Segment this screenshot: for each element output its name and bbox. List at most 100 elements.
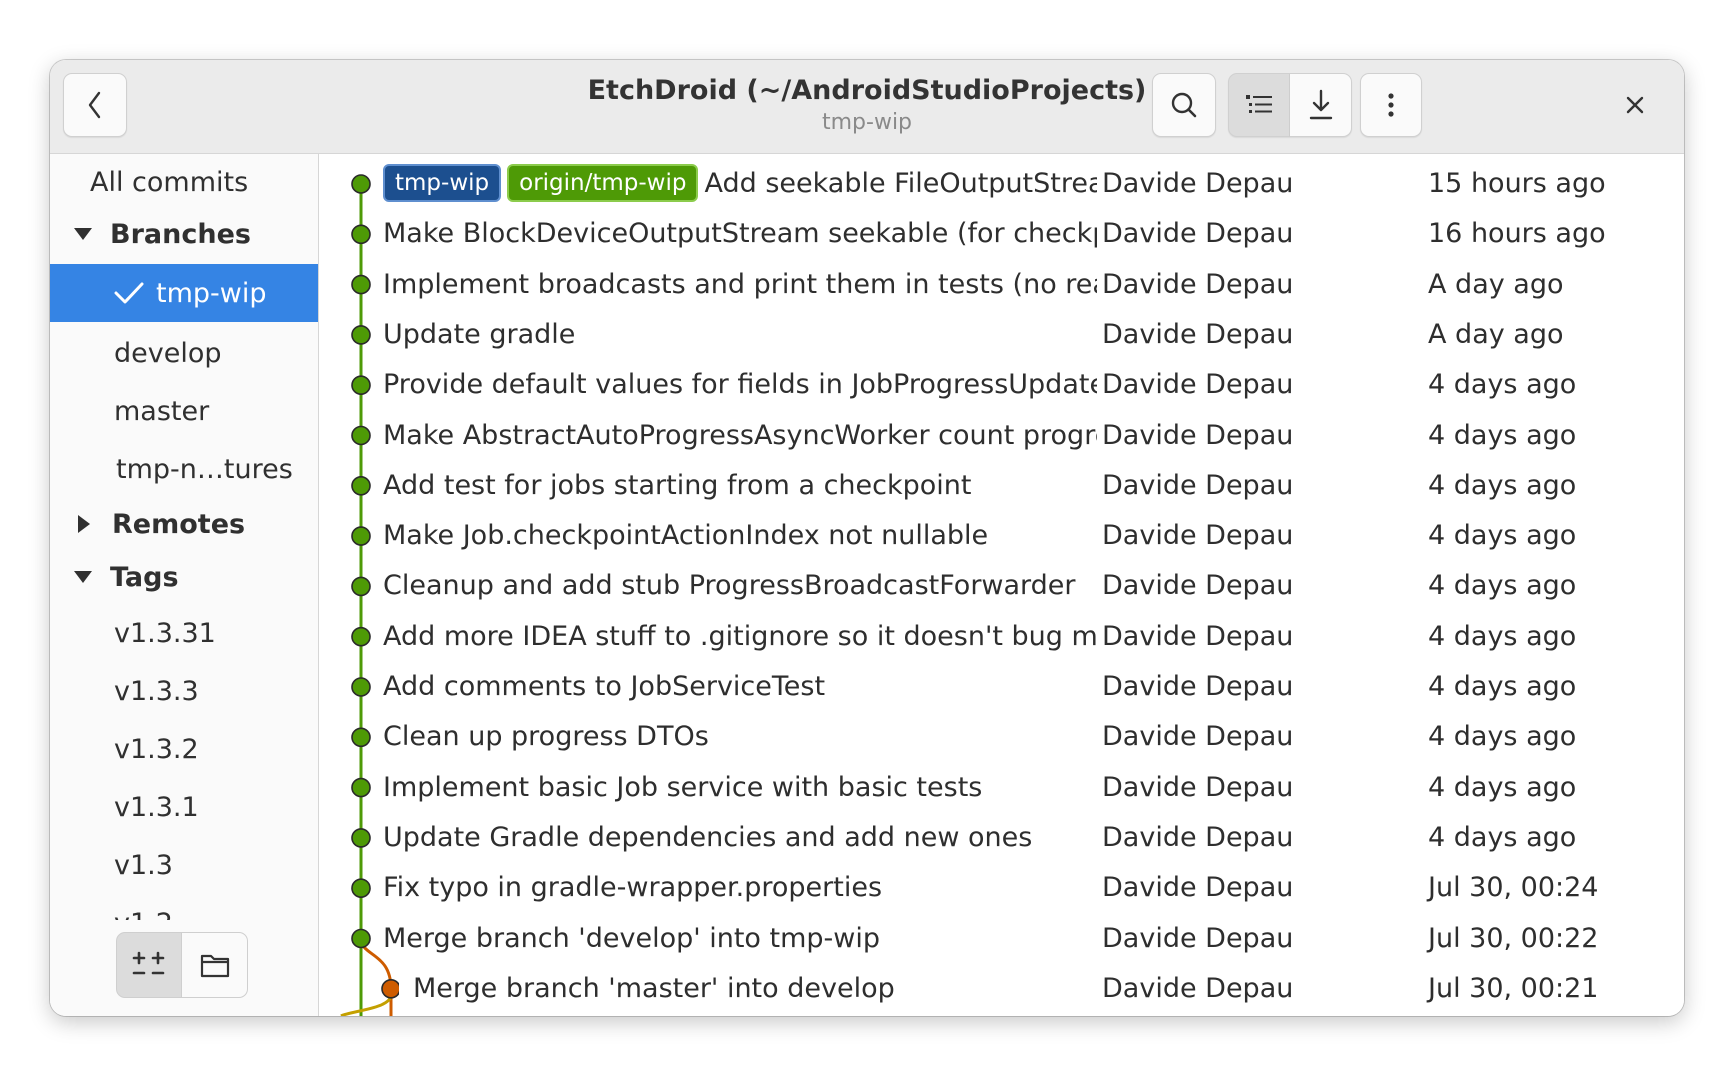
commit-row[interactable]: Add comments to JobServiceTest Davide Dep… xyxy=(319,662,1684,712)
commit-author: Davide Depau xyxy=(1102,922,1294,954)
commit-message-cell: Cleanup and add stub ProgressBroadcastFo… xyxy=(383,561,1097,611)
sidebar-item-branch-master[interactable]: master xyxy=(50,382,318,440)
commit-author: Davide Depau xyxy=(1102,821,1294,853)
commit-message: Add test for jobs starting from a checkp… xyxy=(383,469,972,501)
list-view-button[interactable] xyxy=(1228,73,1290,137)
sidebar-item-tag[interactable]: v1.3.3 xyxy=(50,662,318,720)
commit-message: Provide default values for fields in Job… xyxy=(383,369,1097,401)
sidebar-item-label: tmp-n…tures xyxy=(116,453,293,485)
commit-message-cell: Fix typo in gradle-wrapper.properties xyxy=(383,863,1097,913)
search-button[interactable] xyxy=(1152,73,1216,137)
commit-row[interactable]: Make AbstractAutoProgressAsyncWorker cou… xyxy=(319,411,1684,461)
checkmark-icon xyxy=(114,282,144,304)
sidebar-footer xyxy=(50,920,318,1016)
sidebar-section-label: Remotes xyxy=(112,508,246,540)
commit-row[interactable]: Update Gradle dependencies and add new o… xyxy=(319,813,1684,863)
commit-date: A day ago xyxy=(1428,318,1564,350)
commit-message-cell: Make BlockDeviceOutputStream seekable (f… xyxy=(383,209,1097,259)
app-window: EtchDroid (~/AndroidStudioProjects) tmp-… xyxy=(50,60,1684,1016)
commit-row[interactable]: Add test for jobs starting from a checkp… xyxy=(319,461,1684,511)
commit-message: Add more IDEA stuff to .gitignore so it … xyxy=(383,620,1097,652)
commit-message-cell: Update gradle xyxy=(383,310,1097,360)
sidebar-section-label: Branches xyxy=(110,218,251,250)
commit-row[interactable]: Merge branch 'develop' into tmp-wip David… xyxy=(319,914,1684,964)
commit-author: Davide Depau xyxy=(1102,972,1294,1004)
remote-branch-badge: origin/tmp-wip xyxy=(507,163,699,202)
sidebar: All commits Branches tmp-wip develop mas… xyxy=(50,154,319,1016)
commit-row[interactable]: Update gradle Davide Depau A day ago xyxy=(319,310,1684,360)
main-menu-button[interactable] xyxy=(1360,73,1422,137)
commit-date: 4 days ago xyxy=(1428,771,1577,803)
sidebar-section-remotes[interactable]: Remotes xyxy=(50,496,318,552)
sidebar-section-branches[interactable]: Branches xyxy=(50,206,318,262)
sidebar-item-label: master xyxy=(114,395,210,427)
sidebar-item-label: v1.3.2 xyxy=(114,733,199,765)
commit-row[interactable]: tmp-wip origin/tmp-wip Add seekable FileOu… xyxy=(319,159,1684,209)
diff-stat-toggle-button[interactable] xyxy=(116,932,182,998)
commit-author: Davide Depau xyxy=(1102,620,1294,652)
commit-date: 4 days ago xyxy=(1428,721,1577,753)
commit-author: Davide Depau xyxy=(1102,671,1294,702)
close-button[interactable] xyxy=(1610,80,1660,130)
sidebar-item-branch-tmp-n-tures[interactable]: tmp-n…tures xyxy=(50,440,318,498)
commit-message-cell: Update Gradle dependencies and add new o… xyxy=(383,813,1097,863)
sidebar-item-label: v1.3.31 xyxy=(114,617,216,649)
commit-author: Davide Depau xyxy=(1102,721,1294,753)
sidebar-item-label: v1.3 xyxy=(114,849,173,881)
commit-message: Make BlockDeviceOutputStream seekable (f… xyxy=(383,218,1097,250)
sidebar-item-all-commits[interactable]: All commits xyxy=(50,154,318,210)
commit-message: Update gradle xyxy=(383,318,576,350)
fetch-download-icon xyxy=(1309,89,1332,120)
commit-message: Implement basic Job service with basic t… xyxy=(383,771,983,803)
commit-row[interactable]: Clean up progress DTOs Davide Depau 4 days… xyxy=(319,712,1684,762)
commit-row[interactable]: Provide default values for fields in Job… xyxy=(319,360,1684,410)
commit-author: Davide Depau xyxy=(1102,218,1294,250)
commit-date: 4 days ago xyxy=(1428,620,1577,652)
header-bar: EtchDroid (~/AndroidStudioProjects) tmp-… xyxy=(50,60,1684,154)
commit-message-cell: Make Job.checkpointActionIndex not nulla… xyxy=(383,511,1097,561)
commit-date: 4 days ago xyxy=(1428,671,1577,702)
commit-date: 15 hours ago xyxy=(1428,168,1606,199)
commit-message: Fix typo in gradle-wrapper.properties xyxy=(383,872,883,904)
commit-row[interactable]: Make Job.checkpointActionIndex not nulla… xyxy=(319,511,1684,561)
commit-date: Jul 30, 00:24 xyxy=(1428,872,1599,904)
commit-author: Davide Depau xyxy=(1102,771,1294,803)
commit-message-cell: tmp-wip origin/tmp-wip Add seekable FileOu… xyxy=(383,159,1097,209)
sidebar-item-label: v1.3.3 xyxy=(114,675,199,707)
commit-message: Merge branch 'master' into develop xyxy=(413,972,895,1004)
sidebar-item-tag[interactable]: v1.3.31 xyxy=(50,604,318,662)
commit-date: Jul 30, 00:21 xyxy=(1428,972,1599,1004)
window-title: EtchDroid (~/AndroidStudioProjects) xyxy=(587,75,1147,106)
fetch-button[interactable] xyxy=(1290,73,1352,137)
open-folder-button[interactable] xyxy=(182,932,248,998)
sidebar-item-branch-tmp-wip[interactable]: tmp-wip xyxy=(50,264,318,322)
commit-row[interactable]: Fix typo in gradle-wrapper.properties Dav… xyxy=(319,863,1684,913)
commit-date: A day ago xyxy=(1428,268,1564,300)
commit-row[interactable]: Implement broadcasts and print them in t… xyxy=(319,260,1684,310)
diff-plus-minus-icon xyxy=(132,951,165,975)
sidebar-item-label: tmp-wip xyxy=(156,277,267,309)
sidebar-item-tag[interactable]: v1.3 xyxy=(50,836,318,894)
sidebar-footer-buttons xyxy=(116,932,248,998)
commit-message: Cleanup and add stub ProgressBroadcastFo… xyxy=(383,570,1076,602)
commit-row[interactable]: Merge branch 'master' into develop Davide… xyxy=(319,964,1684,1014)
commit-row[interactable]: Add more IDEA stuff to .gitignore so it … xyxy=(319,612,1684,662)
expander-down-icon xyxy=(74,571,92,583)
commit-author: Davide Depau xyxy=(1102,520,1294,552)
sidebar-item-branch-develop[interactable]: develop xyxy=(50,324,318,382)
sidebar-section-tags[interactable]: Tags xyxy=(50,549,318,605)
commit-row[interactable]: Make BlockDeviceOutputStream seekable (f… xyxy=(319,209,1684,259)
sidebar-item-label: v1.3.1 xyxy=(114,791,199,823)
commit-message: Merge branch 'develop' into tmp-wip xyxy=(383,922,881,954)
sidebar-item-tag[interactable]: v1.3.1 xyxy=(50,778,318,836)
commit-row[interactable]: Implement basic Job service with basic t… xyxy=(319,763,1684,813)
view-toggle-group xyxy=(1228,73,1352,137)
sidebar-item-label: All commits xyxy=(90,166,249,198)
commit-message-cell: Provide default values for fields in Job… xyxy=(383,360,1097,410)
sidebar-item-tag[interactable]: v1.3.2 xyxy=(50,720,318,778)
commit-message-cell: Clean up progress DTOs xyxy=(383,712,1097,762)
commit-date: 4 days ago xyxy=(1428,469,1577,501)
commit-message-cell: Merge branch 'develop' into tmp-wip xyxy=(383,914,1097,964)
commit-row[interactable]: Cleanup and add stub ProgressBroadcastFo… xyxy=(319,561,1684,611)
commit-message: Add comments to JobServiceTest xyxy=(383,671,826,702)
